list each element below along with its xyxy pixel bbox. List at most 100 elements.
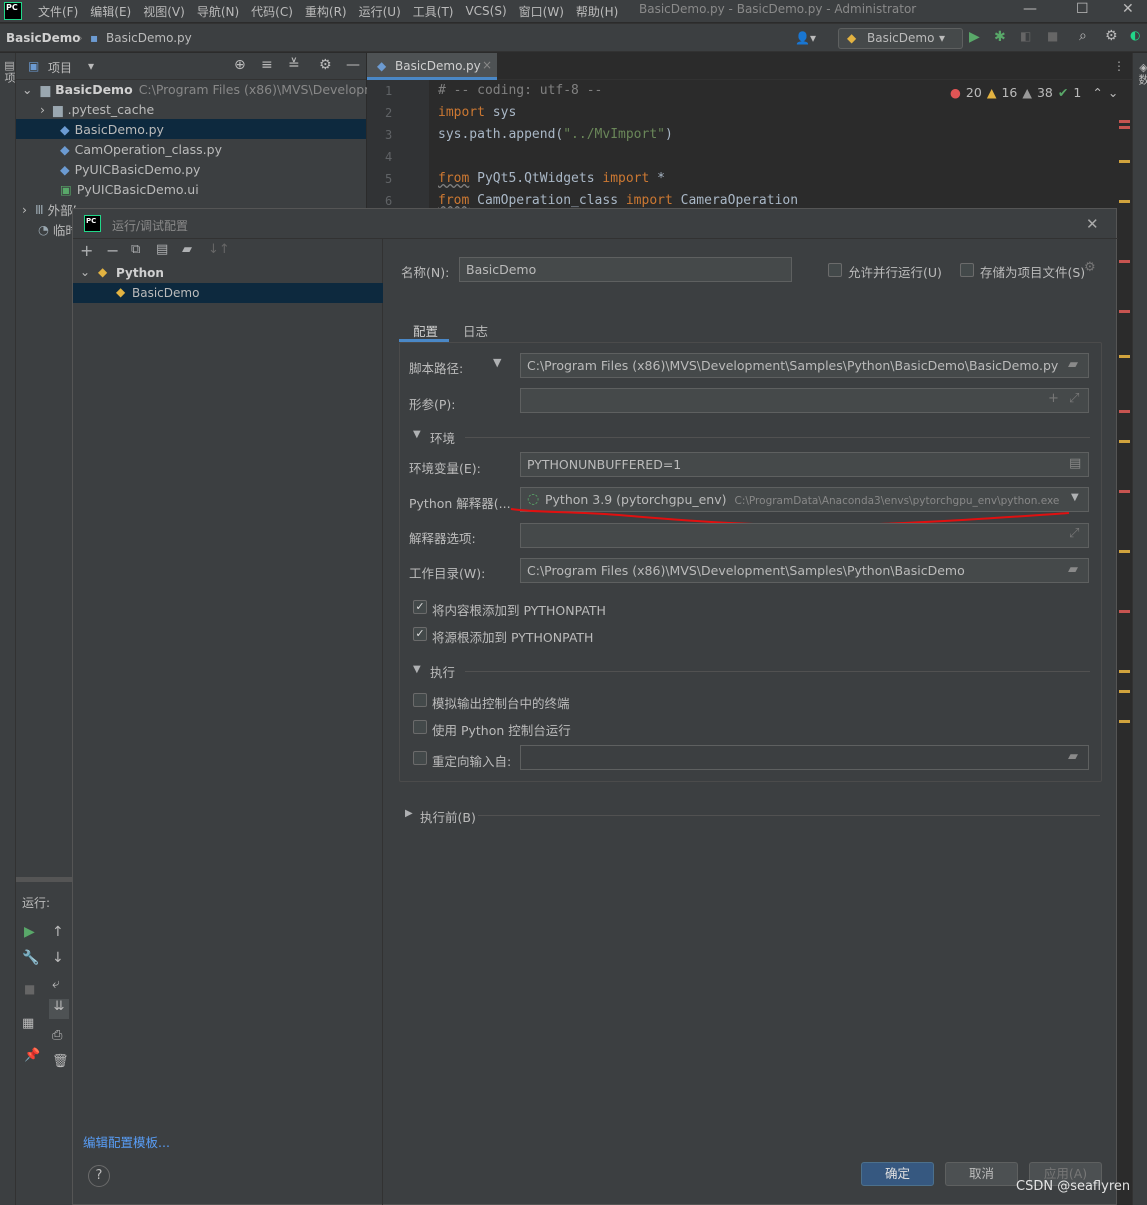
redirect-input-field[interactable]	[520, 745, 1089, 770]
settings-gear-icon[interactable]: ⚙	[319, 57, 332, 73]
tree-item-basicdemo-py[interactable]: ◆ BasicDemo.py	[16, 119, 366, 139]
tab-config[interactable]: 配置	[413, 321, 438, 340]
locate-file-icon[interactable]: ⊕	[234, 57, 246, 73]
scroll-down-icon[interactable]: ↓	[52, 950, 64, 966]
tree-item-camoperation-py[interactable]: ◆ CamOperation_class.py	[16, 139, 366, 159]
close-dialog-icon[interactable]: ✕	[1086, 215, 1099, 233]
debug-icon[interactable]: ✱	[994, 29, 1006, 45]
scroll-to-end-icon[interactable]: ⇊	[49, 999, 69, 1019]
tree-item-pyuic-py[interactable]: ◆ PyUICBasicDemo.py	[16, 159, 366, 179]
previous-highlight-icon[interactable]: ⌃	[1092, 85, 1102, 100]
chevron-down-icon[interactable]: ▼	[413, 664, 421, 675]
next-highlight-icon[interactable]: ⌄	[1108, 85, 1118, 100]
tree-item-external-libs[interactable]: › Ⅲ 外部库	[16, 199, 76, 219]
menu-file[interactable]: 文件(F)	[38, 3, 78, 20]
project-root-row[interactable]: ⌄ ▆ BasicDemo C:\Program Files (x86)\MVS…	[16, 79, 389, 99]
redirect-input-checkbox[interactable]	[413, 751, 427, 765]
search-icon[interactable]: ⌕	[1079, 28, 1087, 44]
env-vars-edit-icon[interactable]: ▤	[1069, 456, 1081, 471]
stop-icon[interactable]: ■	[1047, 29, 1058, 43]
store-project-file-checkbox[interactable]	[960, 263, 974, 277]
menu-refactor[interactable]: 重构(R)	[305, 3, 347, 20]
print-icon[interactable]: ⎙	[52, 1028, 62, 1043]
code-editor[interactable]: ◆ BasicDemo.py × ⋮ 1 2 3 4 5 6 # -- codi…	[367, 53, 1132, 208]
folder-browse-icon[interactable]: ▰	[1068, 357, 1078, 372]
run-with-console-checkbox[interactable]	[413, 720, 427, 734]
breadcrumb-file[interactable]: BasicDemo.py	[106, 31, 192, 45]
error-stripe[interactable]	[1118, 110, 1131, 750]
allow-parallel-checkbox[interactable]	[828, 263, 842, 277]
chevron-down-icon[interactable]: ▼	[493, 356, 501, 369]
chevron-down-icon[interactable]: ▼	[1071, 492, 1079, 503]
new-folder-icon[interactable]: ▰	[182, 242, 192, 257]
before-launch-section-title[interactable]: 执行前(B)	[420, 807, 476, 826]
copy-config-icon[interactable]: ⧉	[131, 242, 140, 257]
add-macro-icon[interactable]: +	[1048, 391, 1059, 406]
add-content-roots-checkbox[interactable]: ✓	[413, 600, 427, 614]
project-view-label[interactable]: 项目	[48, 59, 72, 76]
menu-tools[interactable]: 工具(T)	[413, 3, 454, 20]
soft-wrap-icon[interactable]: ⤶	[52, 976, 60, 992]
folder-browse-icon[interactable]: ▰	[1068, 562, 1078, 577]
tree-item-scratches[interactable]: ◔ 临时	[16, 219, 76, 239]
database-tool-window-button[interactable]: ◈数	[1135, 61, 1147, 85]
chevron-down-icon[interactable]: ▼	[413, 429, 421, 440]
emulate-terminal-checkbox[interactable]	[413, 693, 427, 707]
wrench-icon[interactable]: 🔧	[22, 950, 39, 966]
minimize-icon[interactable]: —	[1023, 1, 1037, 17]
jetbrains-toolbox-icon[interactable]: ◐	[1130, 28, 1140, 42]
add-source-roots-checkbox[interactable]: ✓	[413, 627, 427, 641]
stop-icon[interactable]: ■	[24, 982, 35, 996]
close-tab-icon[interactable]: ×	[482, 58, 492, 72]
env-vars-input[interactable]: PYTHONUNBUFFERED=1	[520, 452, 1089, 477]
folder-browse-icon[interactable]: ▰	[1068, 749, 1078, 764]
coverage-icon[interactable]: ◧	[1020, 29, 1031, 43]
tree-item-pytest-cache[interactable]: › ▆ .pytest_cache	[16, 99, 366, 119]
params-input[interactable]	[520, 388, 1089, 413]
cancel-button[interactable]: 取消	[945, 1162, 1018, 1186]
run-icon[interactable]: ▶	[969, 29, 980, 45]
editor-tab-basicdemo[interactable]: ◆ BasicDemo.py ×	[367, 53, 497, 80]
gear-icon[interactable]: ⚙	[1084, 260, 1096, 275]
help-button[interactable]: ?	[88, 1165, 110, 1187]
menu-help[interactable]: 帮助(H)	[576, 3, 618, 20]
rerun-icon[interactable]: ▶	[24, 924, 35, 940]
trash-icon[interactable]: 🗑	[52, 1054, 69, 1069]
project-tool-window-button[interactable]: ▤项	[1, 59, 17, 83]
close-window-icon[interactable]: ✕	[1122, 1, 1134, 17]
edit-templates-link[interactable]: 编辑配置模板...	[83, 1132, 170, 1151]
script-path-input[interactable]: C:\Program Files (x86)\MVS\Development\S…	[520, 353, 1089, 378]
breadcrumb-project[interactable]: BasicDemo	[6, 31, 80, 45]
interpreter-options-input[interactable]	[520, 523, 1089, 548]
chevron-down-icon[interactable]: ▾	[88, 59, 94, 73]
remove-config-icon[interactable]: −	[106, 241, 119, 260]
inspection-widget[interactable]: ● 20 ▲ 16 ▲ 38 ✔ 1 ⌃ ⌄	[950, 85, 1118, 100]
tree-group-python[interactable]: ⌄ ◆ Python	[73, 263, 383, 283]
menu-navigate[interactable]: 导航(N)	[197, 3, 239, 20]
hide-panel-icon[interactable]: —	[346, 57, 360, 73]
collapse-all-icon[interactable]: ≚	[288, 57, 300, 73]
ok-button[interactable]: 确定	[861, 1162, 934, 1186]
run-config-selector[interactable]: ◆ BasicDemo ▾	[838, 28, 963, 49]
expand-icon[interactable]: ⤢	[1069, 526, 1079, 541]
more-options-icon[interactable]: ⋮	[1113, 59, 1125, 73]
menu-view[interactable]: 视图(V)	[143, 3, 185, 20]
maximize-icon[interactable]: ☐	[1076, 1, 1089, 17]
menu-edit[interactable]: 编辑(E)	[90, 3, 131, 20]
name-input[interactable]: BasicDemo	[459, 257, 792, 282]
sort-icon[interactable]: ↓↑	[208, 242, 230, 257]
tree-item-pyuic-ui[interactable]: ▣ PyUICBasicDemo.ui	[16, 179, 366, 199]
chevron-right-icon[interactable]: ▶	[405, 808, 413, 819]
user-icon[interactable]: 👤▾	[795, 31, 816, 45]
menu-code[interactable]: 代码(C)	[251, 3, 293, 20]
menu-run[interactable]: 运行(U)	[359, 3, 401, 20]
add-config-icon[interactable]: +	[80, 241, 93, 260]
save-config-icon[interactable]: ▤	[156, 242, 168, 257]
menu-vcs[interactable]: VCS(S)	[465, 4, 506, 18]
expand-all-icon[interactable]: ≡	[261, 57, 273, 73]
pin-icon[interactable]: 📌	[24, 1048, 40, 1063]
expand-icon[interactable]: ⤢	[1069, 391, 1079, 406]
tree-item-basicdemo[interactable]: ◆ BasicDemo	[73, 283, 383, 303]
scroll-up-icon[interactable]: ↑	[52, 924, 64, 940]
tab-logs[interactable]: 日志	[463, 321, 488, 340]
